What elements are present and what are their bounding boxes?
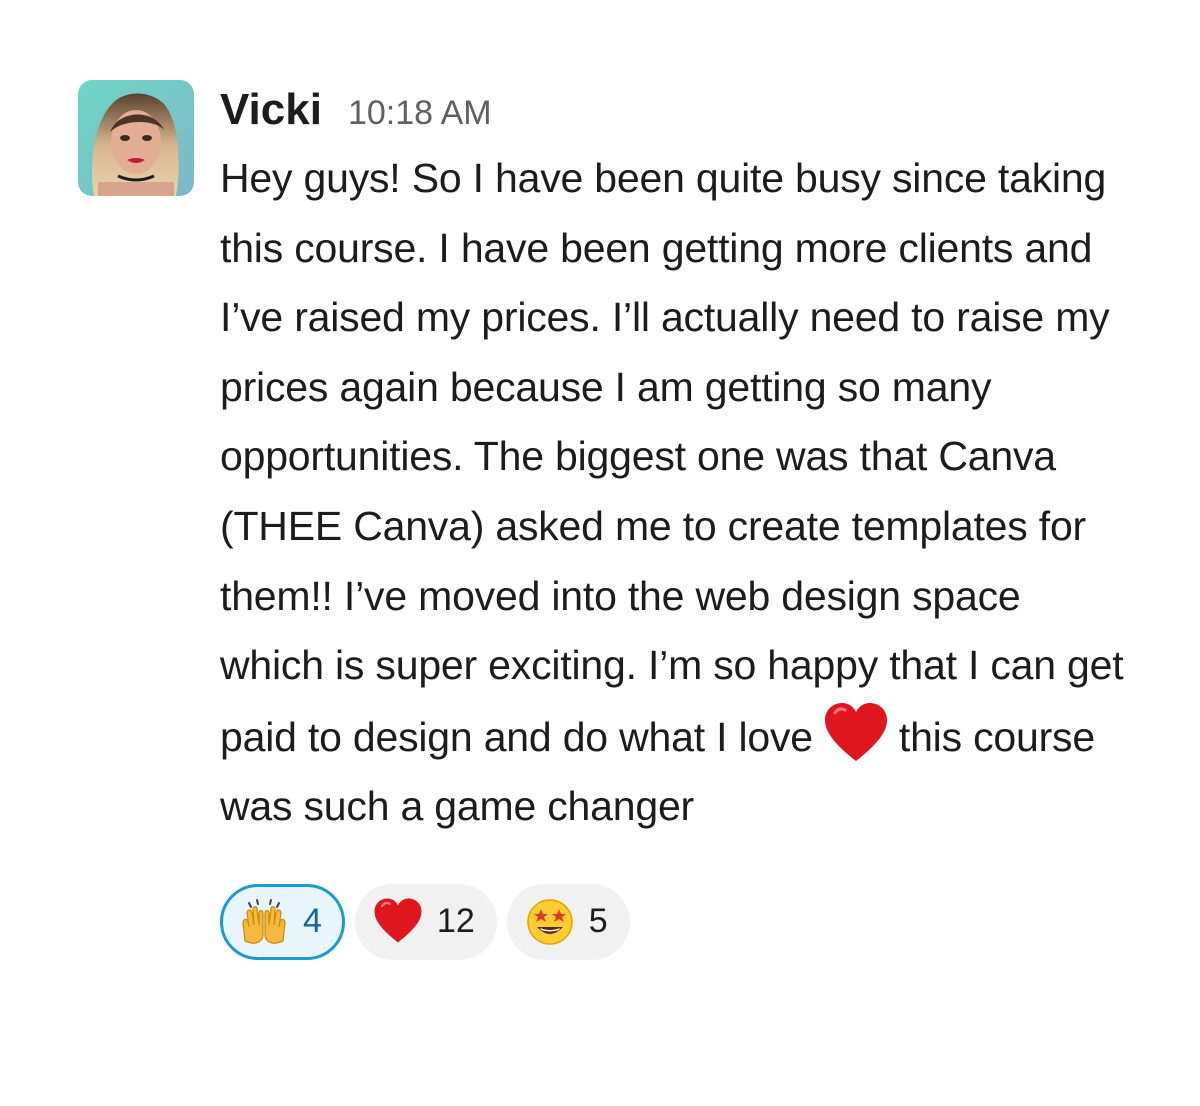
reaction-star-struck[interactable]: 5 (506, 883, 630, 960)
message-timestamp[interactable]: 10:18 AM (348, 94, 492, 133)
red-heart-icon (373, 897, 423, 947)
red-heart-icon (823, 701, 889, 767)
reaction-count: 5 (588, 902, 608, 941)
raising-hands-icon (239, 897, 289, 947)
reaction-count: 12 (436, 902, 475, 941)
message: Vicki 10:18 AM Hey guys! So I have been … (78, 80, 1138, 960)
message-body: Hey guys! So I have been quite busy sinc… (220, 144, 1125, 842)
message-header: Vicki 10:18 AM (220, 80, 1125, 140)
message-text-part-1: Hey guys! So I have been quite busy sinc… (220, 155, 1124, 760)
star-struck-icon (525, 897, 575, 947)
reaction-red-heart[interactable]: 12 (354, 883, 497, 960)
avatar[interactable] (78, 80, 194, 196)
reaction-raising-hands[interactable]: 4 (220, 883, 345, 960)
message-content: Vicki 10:18 AM Hey guys! So I have been … (220, 80, 1125, 960)
author-name[interactable]: Vicki (220, 80, 322, 140)
avatar-photo (78, 80, 194, 196)
reactions-bar: 4 12 5 (220, 883, 1125, 960)
reaction-count: 4 (303, 902, 322, 941)
